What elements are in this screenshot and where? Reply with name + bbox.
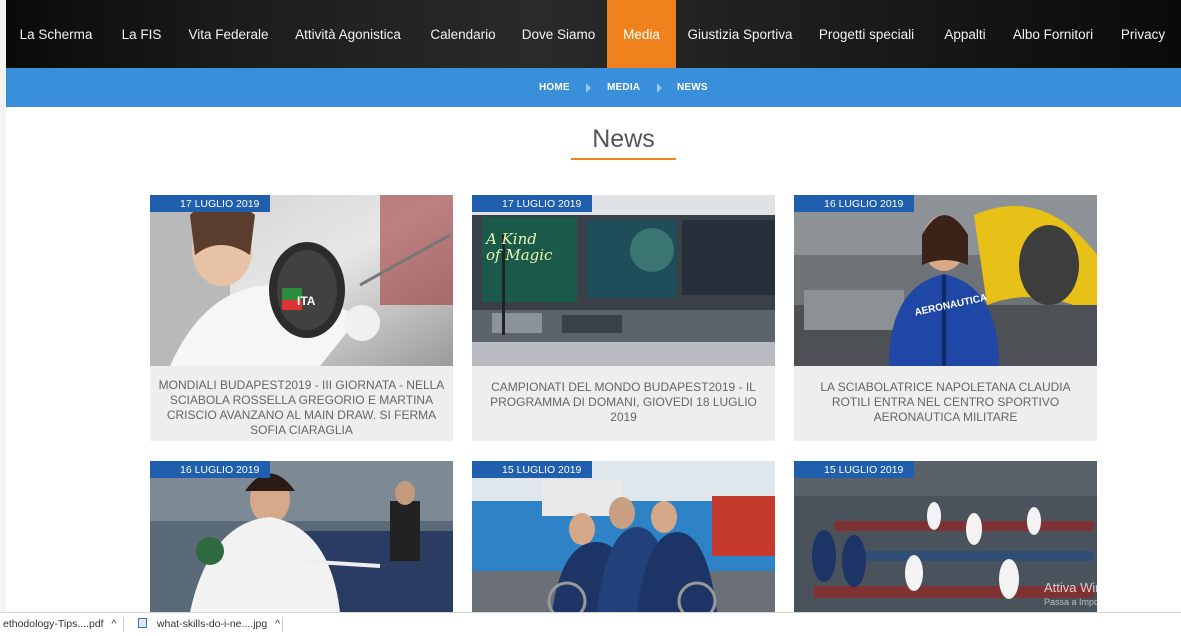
chevron-up-icon[interactable]: ^ — [112, 618, 117, 630]
nav-item-media[interactable]: Media — [607, 0, 676, 68]
download-item[interactable]: ethodology-Tips....pdf ^ — [3, 613, 116, 636]
news-card[interactable]: A Kind of Magic 17 LUGLIO 2019 CAMPIONAT… — [472, 195, 775, 441]
page-title: News — [592, 125, 655, 153]
breadcrumb-news: NEWS — [677, 82, 708, 93]
nav-item-albo-fornitori[interactable]: Albo Fornitori — [1001, 0, 1105, 68]
news-title[interactable]: MONDIALI BUDAPEST2019 - III GIORNATA - N… — [158, 378, 445, 438]
chevron-up-icon[interactable]: ^ — [275, 618, 280, 630]
date-badge: 17 LUGLIO 2019 — [472, 195, 593, 212]
news-card[interactable]: 15 LUGLIO 2019 — [472, 461, 775, 612]
news-card[interactable]: 16 LUGLIO 2019 — [150, 461, 453, 612]
news-photo[interactable] — [150, 461, 453, 612]
nav-item-privacy[interactable]: Privacy — [1105, 0, 1181, 68]
news-photo[interactable]: AERONAUTICA — [794, 195, 1097, 366]
news-photo[interactable]: ITA — [150, 195, 453, 366]
date-badge: 15 LUGLIO 2019 — [472, 461, 593, 478]
divider — [123, 617, 124, 632]
nav-item-la-fis[interactable]: La FIS — [106, 0, 177, 68]
download-filename[interactable]: what-skills-do-i-ne....jpg — [157, 618, 267, 630]
nav-item-calendario[interactable]: Calendario — [416, 0, 510, 68]
nav-item-la-scherma[interactable]: La Scherma — [6, 0, 106, 68]
nav-item-attivita-agonistica[interactable]: Attività Agonistica — [280, 0, 416, 68]
date-badge: 17 LUGLIO 2019 — [150, 195, 271, 212]
nav-item-vita-federale[interactable]: Vita Federale — [177, 0, 280, 68]
breadcrumb: HOME MEDIA NEWS — [6, 68, 1181, 107]
title-underline — [571, 158, 676, 160]
nav-item-progetti-speciali[interactable]: Progetti speciali — [804, 0, 929, 68]
nav-item-dove-siamo[interactable]: Dove Siamo — [510, 0, 607, 68]
windows-activation-watermark: Attiva Windows Passa a Impostazioni per … — [1044, 580, 1181, 607]
date-badge: 16 LUGLIO 2019 — [150, 461, 271, 478]
download-filename[interactable]: ethodology-Tips....pdf — [3, 618, 104, 630]
news-photo[interactable]: A Kind of Magic — [472, 195, 775, 366]
nav-item-appalti[interactable]: Appalti — [929, 0, 1001, 68]
divider — [282, 617, 283, 632]
photo-text: ITA — [297, 294, 316, 308]
news-title[interactable]: LA SCIABOLATRICE NAPOLETANA CLAUDIA ROTI… — [802, 380, 1089, 425]
watermark-title: Attiva Windows — [1044, 580, 1133, 595]
news-title[interactable]: CAMPIONATI DEL MONDO BUDAPEST2019 - IL P… — [480, 380, 767, 425]
browser-viewport: La Scherma La FIS Vita Federale Attività… — [6, 0, 1181, 612]
nav-item-giustizia-sportiva[interactable]: Giustizia Sportiva — [676, 0, 804, 68]
news-card[interactable]: AERONAUTICA 16 LUGLIO 2019 LA SCIABOLATR… — [794, 195, 1097, 441]
image-file-icon — [138, 618, 147, 628]
main-navigation: La Scherma La FIS Vita Federale Attività… — [6, 0, 1181, 68]
chevron-right-icon — [586, 83, 591, 93]
chevron-right-icon — [657, 83, 662, 93]
photo-text: A Kind of Magic — [486, 230, 553, 264]
breadcrumb-media[interactable]: MEDIA — [607, 68, 640, 107]
news-photo[interactable] — [472, 461, 775, 612]
watermark-subtitle: Passa a Impostazioni per attivare Window… — [1044, 597, 1181, 607]
breadcrumb-home[interactable]: HOME — [539, 68, 570, 107]
date-badge: 15 LUGLIO 2019 — [794, 461, 915, 478]
download-item[interactable]: what-skills-do-i-ne....jpg ^ — [138, 613, 280, 636]
date-badge: 16 LUGLIO 2019 — [794, 195, 915, 212]
news-card[interactable]: ITA 17 LUGLIO 2019 MONDIALI BUDAPEST2019… — [150, 195, 453, 441]
download-bar: ethodology-Tips....pdf ^ what-skills-do-… — [0, 612, 1181, 636]
